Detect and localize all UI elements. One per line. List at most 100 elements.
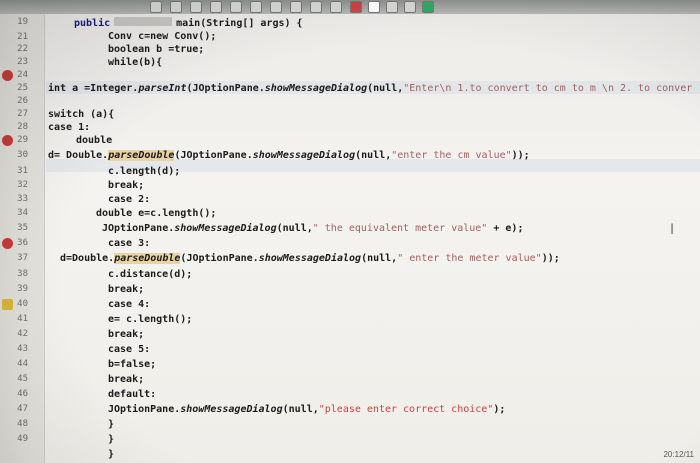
toolbar-button[interactable] (230, 1, 242, 13)
code-line-45: default: (108, 389, 157, 400)
line-number: 32 (17, 180, 28, 190)
code-token: showMessageDialog (252, 150, 356, 161)
toolbar-button[interactable] (170, 1, 182, 13)
code-token: JOptionPane. (108, 404, 181, 415)
code-line-42: case 5: (108, 344, 151, 355)
line-number: 25 (17, 83, 28, 93)
line-number: 49 (17, 434, 28, 444)
code-line-36: d=Double.parseDouble(JOptionPane.showMes… (60, 252, 560, 265)
code-line-32: case 2: (108, 194, 151, 205)
toolbar-button[interactable] (386, 1, 398, 13)
toolbar-button[interactable] (150, 1, 162, 13)
run-icon[interactable] (350, 1, 362, 13)
line-number: 28 (17, 122, 28, 132)
string-literal: "Enter\n 1.to convert to cm to m \n 2. t… (403, 83, 693, 94)
code-line-46: JOptionPane.showMessageDialog(null,"plea… (108, 403, 505, 416)
code-line-44: break; (108, 374, 145, 385)
photo-of-ide-screen: 19 21 22 23 24 25 26 27 28 29 30 31 32 33 34 35 36 37 38 39… (0, 0, 700, 463)
error-icon[interactable] (2, 135, 13, 146)
code-line-40: e= c.length(); (108, 314, 193, 325)
text-cursor-icon: I (670, 222, 675, 238)
error-icon[interactable] (2, 70, 13, 81)
code-line-29: d= Double.parseDouble(JOptionPane.showMe… (48, 149, 530, 162)
line-number: 35 (17, 223, 28, 233)
error-icon[interactable] (2, 238, 13, 249)
code-token: showMessageDialog (258, 253, 362, 264)
code-line-33: double e=c.length(); (96, 208, 217, 219)
toolbar-button[interactable] (422, 1, 434, 13)
code-token: (null, (282, 404, 319, 415)
redacted-region (114, 17, 173, 26)
line-number: 48 (17, 419, 28, 429)
code-line-30: c.length(d); (108, 166, 181, 177)
code-token: d= Double. (48, 150, 109, 161)
code-line-49: } (108, 449, 115, 460)
code-token: showMessageDialog (174, 223, 277, 234)
line-number: 42 (17, 329, 28, 339)
ide-toolbar (0, 0, 700, 14)
string-literal: " enter the meter value" (397, 253, 542, 264)
code-line-35: case 3: (108, 238, 151, 249)
line-number: 22 (17, 44, 28, 54)
code-line-48: } (108, 434, 115, 445)
code-token: showMessageDialog (264, 83, 368, 94)
code-token: JOptionPane. (102, 223, 175, 234)
line-number: 23 (17, 57, 28, 67)
toolbar-button[interactable] (210, 1, 222, 13)
code-editor[interactable]: public main(String[] args) { Conv c=new C… (46, 14, 700, 463)
code-token: (JOptionPane. (180, 253, 259, 264)
toolbar-button[interactable] (404, 1, 416, 13)
toolbar-button[interactable] (290, 1, 302, 13)
code-token: (null, (367, 83, 404, 94)
code-token: (null, (361, 253, 398, 264)
line-number: 45 (17, 374, 28, 384)
line-number: 37 (17, 253, 28, 263)
toolbar-button[interactable] (190, 1, 202, 13)
string-literal: "enter the cm value" (391, 150, 512, 161)
line-number: 31 (17, 166, 28, 176)
code-line-21: Conv c=new Conv(); (108, 31, 217, 42)
toolbar-button[interactable] (330, 1, 342, 13)
toolbar-button[interactable] (368, 1, 380, 13)
string-literal: " the equivalent meter value" (312, 223, 488, 234)
code-token: showMessageDialog (180, 404, 283, 415)
line-number: 33 (17, 194, 28, 204)
code-line-47: } (108, 419, 115, 430)
string-literal: "please enter correct choice" (318, 404, 494, 415)
line-number: 30 (17, 150, 28, 160)
code-token: ); (493, 404, 506, 415)
code-line-39: case 4: (108, 299, 151, 310)
toolbar-button[interactable] (270, 1, 282, 13)
system-clock: 20:12/11 (663, 450, 694, 459)
toolbar-button[interactable] (250, 1, 262, 13)
code-token: public (74, 18, 111, 29)
toolbar-button[interactable] (310, 1, 322, 13)
line-number: 47 (17, 404, 28, 414)
code-line-38: break; (108, 284, 145, 295)
line-number: 26 (17, 96, 28, 106)
code-token: int a =Integer. (48, 83, 139, 94)
code-line-31: break; (108, 180, 145, 191)
code-token: parseDouble (114, 253, 181, 264)
line-number: 41 (17, 314, 28, 324)
code-token: )); (511, 150, 530, 161)
code-token: )); (541, 253, 560, 264)
code-line-20: public main(String[] args) { (74, 17, 303, 30)
fold-margin (30, 14, 45, 463)
code-line-24: int a =Integer.parseInt(JOptionPane.show… (48, 82, 692, 95)
code-line-41: break; (108, 329, 145, 340)
code-token: main(String[] args) { (176, 18, 303, 29)
hint-icon[interactable] (2, 299, 13, 310)
code-line-23: while(b){ (108, 57, 163, 68)
line-number: 46 (17, 389, 28, 399)
line-number: 38 (17, 269, 28, 279)
code-line-28: double (76, 135, 113, 146)
code-token: (null, (355, 150, 392, 161)
code-line-34: JOptionPane.showMessageDialog(null," the… (102, 222, 523, 235)
code-token: (JOptionPane. (174, 150, 253, 161)
line-number: 19 (17, 17, 28, 27)
code-token: parseDouble (108, 150, 175, 161)
code-token: (JOptionPane. (186, 83, 265, 94)
code-line-22: boolean b =true; (108, 44, 205, 55)
code-token: (null, (276, 223, 313, 234)
